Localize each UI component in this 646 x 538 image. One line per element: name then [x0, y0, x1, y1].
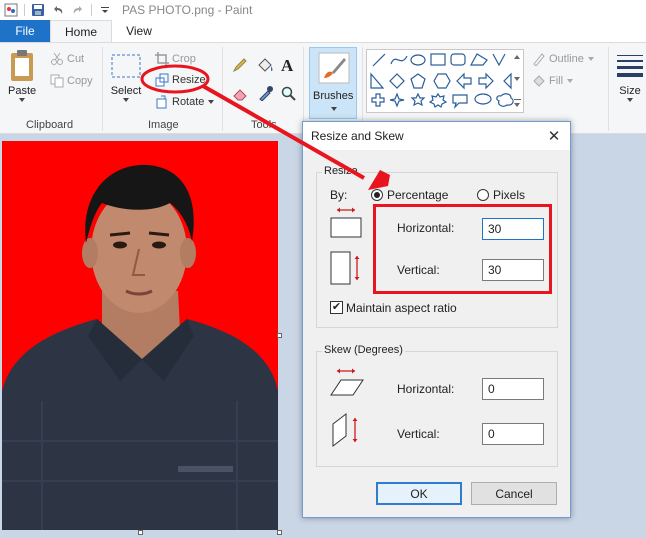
annotation-highlight-box	[373, 204, 552, 294]
annotation-circle-resize	[140, 64, 210, 94]
annotation-arrow-line	[202, 84, 365, 180]
annotation-arrow-head	[368, 170, 390, 190]
